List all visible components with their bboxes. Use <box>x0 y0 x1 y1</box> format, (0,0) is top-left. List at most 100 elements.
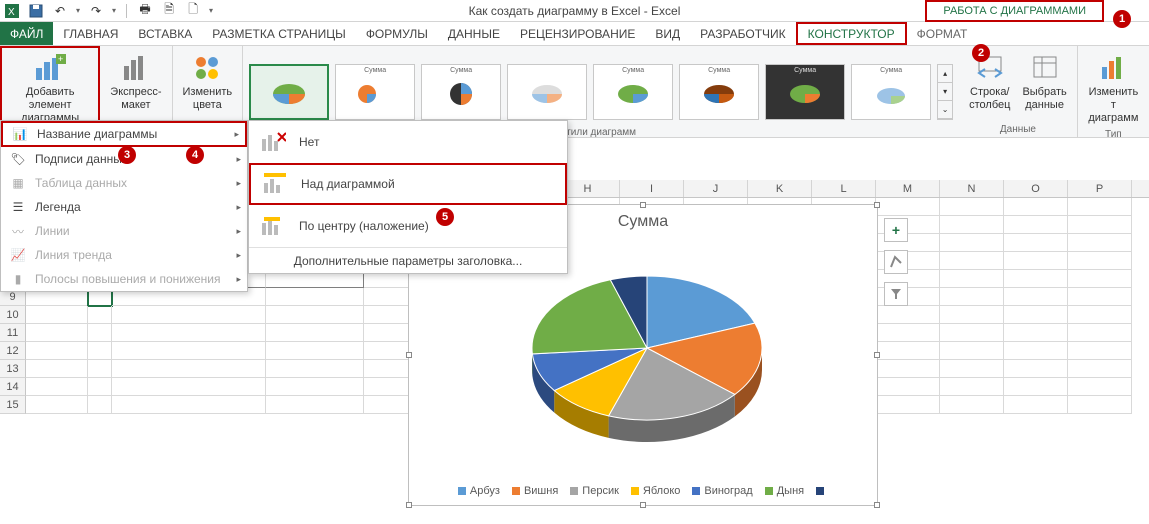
updown-icon: ▮ <box>9 271 27 287</box>
chart-elements-button[interactable]: + <box>884 218 908 242</box>
ribbon-tabs: ФАЙЛ ГЛАВНАЯ ВСТАВКА РАЗМЕТКА СТРАНИЦЫ Ф… <box>0 22 1149 46</box>
col-L[interactable]: L <box>812 180 876 197</box>
type-group: Изменить т диаграмм Тип <box>1078 46 1149 137</box>
col-M[interactable]: M <box>876 180 940 197</box>
menu-trendline: 📈Линия тренда▸ <box>1 243 247 267</box>
col-K[interactable]: K <box>748 180 812 197</box>
select-data-label: Выбрать данные <box>1022 86 1066 112</box>
row-header[interactable]: 13 <box>0 360 26 378</box>
submenu-centered-overlay[interactable]: По центру (наложение) <box>249 205 567 247</box>
col-J[interactable]: J <box>684 180 748 197</box>
change-chart-type-button[interactable]: Изменить т диаграмм <box>1084 50 1143 127</box>
add-element-icon: + <box>34 52 66 84</box>
col-P[interactable]: P <box>1068 180 1132 197</box>
menu-updown-bars: ▮Полосы повышения и понижения▸ <box>1 267 247 291</box>
chart-style-2[interactable]: Cумма <box>335 64 415 120</box>
centered-icon <box>259 214 287 238</box>
none-icon <box>259 130 287 154</box>
menu-chart-title[interactable]: 📊Название диаграммы▸ <box>1 121 247 147</box>
tab-formulas[interactable]: ФОРМУЛЫ <box>356 22 438 45</box>
row-header[interactable]: 10 <box>0 306 26 324</box>
row-header[interactable]: 11 <box>0 324 26 342</box>
chart-style-3[interactable]: Cумма <box>421 64 501 120</box>
submenu-none[interactable]: Нет <box>249 121 567 163</box>
callout-2: 2 <box>972 44 990 62</box>
legend-item[interactable]: Арбуз <box>458 485 500 497</box>
chart-tools-context-tab[interactable]: РАБОТА С ДИАГРАММАМИ <box>925 0 1104 22</box>
change-type-icon <box>1097 52 1129 84</box>
row-header[interactable]: 15 <box>0 396 26 414</box>
callout-1: 1 <box>1113 10 1131 28</box>
switch-row-col-button[interactable]: Строка/ столбец <box>965 50 1014 114</box>
legend-item[interactable] <box>816 485 828 497</box>
excel-icon: X <box>4 3 20 19</box>
tab-format[interactable]: ФОРМАТ <box>907 22 978 45</box>
col-N[interactable]: N <box>940 180 1004 197</box>
undo-icon[interactable]: ↶ <box>52 3 68 19</box>
chart-styles-button[interactable] <box>884 250 908 274</box>
trendline-icon: 📈 <box>9 247 27 263</box>
col-O[interactable]: O <box>1004 180 1068 197</box>
row-header[interactable]: 12 <box>0 342 26 360</box>
preview-icon[interactable]: 🗎 <box>161 3 177 19</box>
tab-design[interactable]: КОНСТРУКТОР <box>796 22 907 45</box>
gallery-scroll[interactable]: ▴▾⌄ <box>937 64 953 120</box>
chart-side-tools: + <box>884 218 908 314</box>
menu-legend[interactable]: ☰Легенда▸ <box>1 195 247 219</box>
tab-insert[interactable]: ВСТАВКА <box>128 22 202 45</box>
legend-item[interactable]: Яблоко <box>631 485 680 497</box>
pie-plot-area[interactable] <box>507 253 787 453</box>
data-labels-icon: 🏷 <box>9 151 27 167</box>
legend-item[interactable]: Дыня <box>765 485 804 497</box>
row-header[interactable]: 14 <box>0 378 26 396</box>
chart-style-4[interactable] <box>507 64 587 120</box>
change-type-label: Изменить т диаграмм <box>1088 86 1139 125</box>
type-group-label: Тип <box>1105 129 1122 140</box>
menu-lines: 〰Линии▸ <box>1 219 247 243</box>
express-layout-button[interactable]: Экспресс- макет <box>106 50 165 114</box>
legend-item[interactable]: Персик <box>570 485 619 497</box>
chart-style-7[interactable]: Cумма <box>765 64 845 120</box>
data-group-label: Данные <box>1000 124 1036 135</box>
tab-review[interactable]: РЕЦЕНЗИРОВАНИЕ <box>510 22 645 45</box>
tab-file[interactable]: ФАЙЛ <box>0 22 53 45</box>
chart-title-submenu: Нет Над диаграммой По центру (наложение)… <box>248 120 568 274</box>
chart-title-icon: 📊 <box>11 126 29 142</box>
tab-home[interactable]: ГЛАВНАЯ <box>53 22 128 45</box>
new-icon[interactable]: 🗋 <box>185 3 201 19</box>
chart-style-1[interactable] <box>249 64 329 120</box>
express-layout-label: Экспресс- макет <box>110 86 161 112</box>
select-data-icon <box>1029 52 1061 84</box>
col-I[interactable]: I <box>620 180 684 197</box>
callout-5: 5 <box>436 208 454 226</box>
chart-style-5[interactable]: Cумма <box>593 64 673 120</box>
change-colors-button[interactable]: Изменить цвета <box>179 50 237 114</box>
chart-legend[interactable]: Арбуз Вишня Персик Яблоко Виноград Дыня <box>409 485 877 497</box>
save-icon[interactable] <box>28 3 44 19</box>
tab-view[interactable]: ВИД <box>645 22 690 45</box>
palette-icon <box>191 52 223 84</box>
svg-text:+: + <box>58 54 63 64</box>
styles-group-label: тили диаграмм <box>566 127 636 138</box>
lines-icon: 〰 <box>9 223 27 239</box>
submenu-more-options[interactable]: Дополнительные параметры заголовка... <box>249 247 567 273</box>
change-colors-label: Изменить цвета <box>183 86 233 112</box>
tab-data[interactable]: ДАННЫЕ <box>438 22 510 45</box>
menu-data-table: ▦Таблица данных▸ <box>1 171 247 195</box>
redo-icon[interactable]: ↷ <box>88 3 104 19</box>
callout-4: 4 <box>186 146 204 164</box>
chart-style-8[interactable]: Cумма <box>851 64 931 120</box>
chart-style-6[interactable]: Cумма <box>679 64 759 120</box>
chart-filter-button[interactable] <box>884 282 908 306</box>
legend-icon: ☰ <box>9 199 27 215</box>
callout-3: 3 <box>118 146 136 164</box>
svg-text:X: X <box>8 7 15 18</box>
tab-developer[interactable]: РАЗРАБОТЧИК <box>690 22 796 45</box>
select-data-button[interactable]: Выбрать данные <box>1018 50 1070 114</box>
print-icon[interactable]: 🖶 <box>137 3 153 19</box>
submenu-above-chart[interactable]: Над диаграммой <box>249 163 567 205</box>
legend-item[interactable]: Виноград <box>692 485 752 497</box>
tab-page-layout[interactable]: РАЗМЕТКА СТРАНИЦЫ <box>202 22 356 45</box>
legend-item[interactable]: Вишня <box>512 485 558 497</box>
express-layout-icon <box>120 52 152 84</box>
